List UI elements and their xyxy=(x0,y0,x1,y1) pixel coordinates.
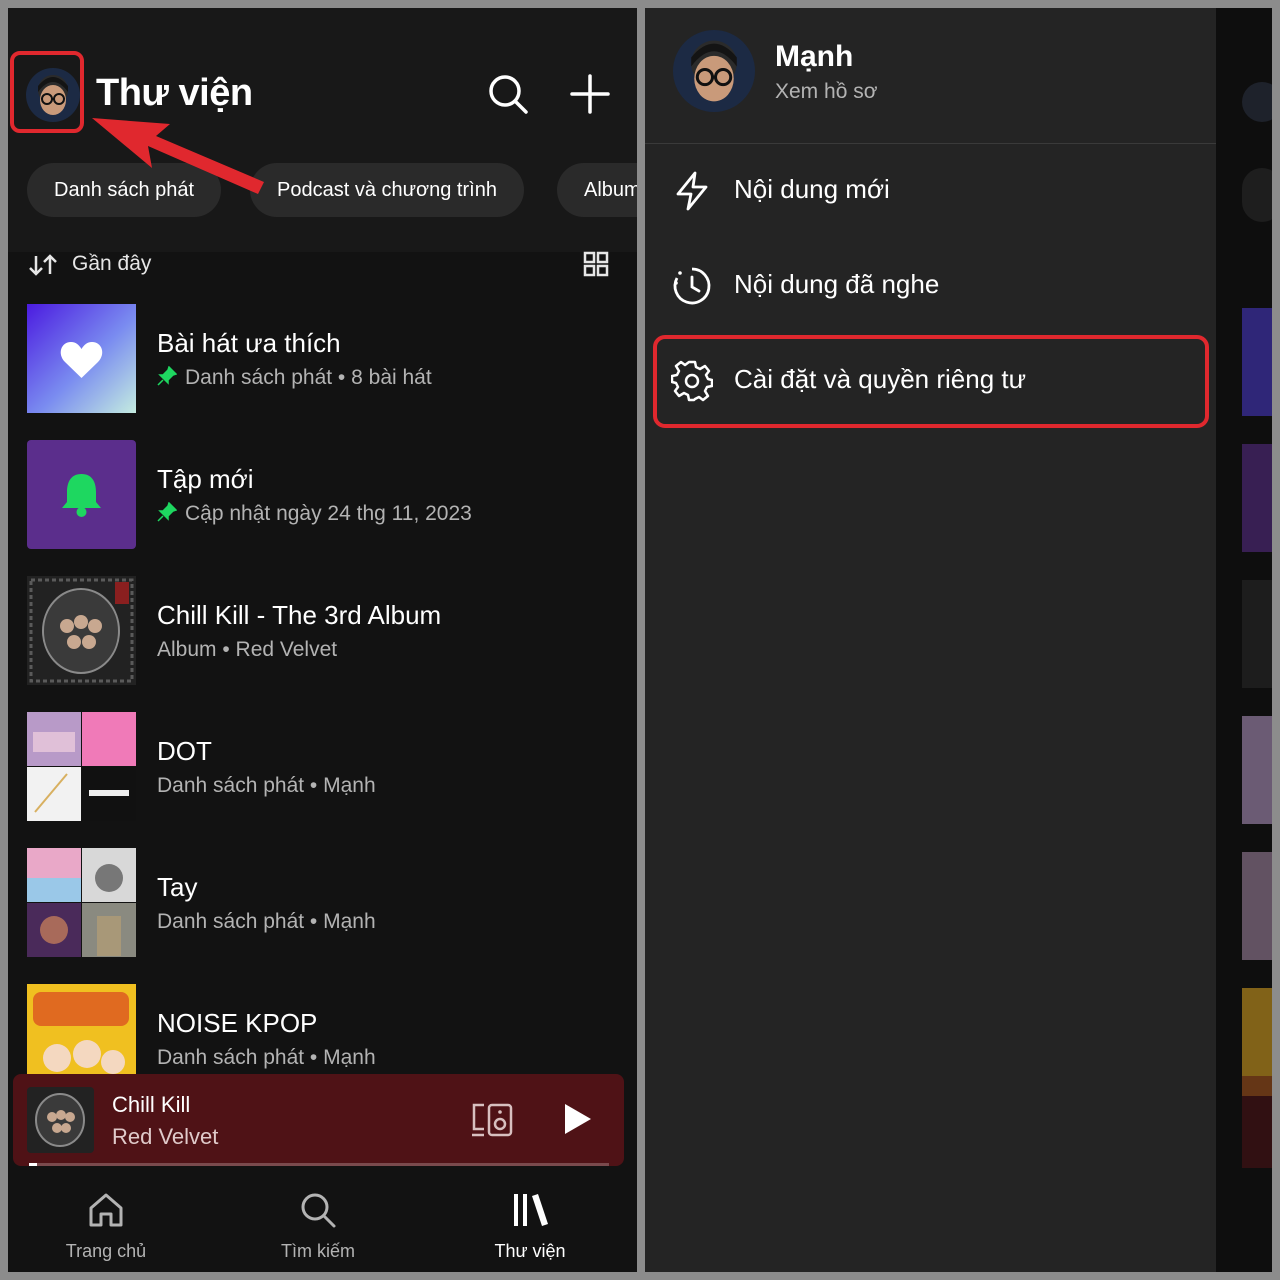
nav-library[interactable]: Thư viện xyxy=(450,1190,610,1262)
album-cover xyxy=(27,576,136,685)
item-title: NOISE KPOP xyxy=(157,1008,318,1038)
item-subtitle: Cập nhật ngày 24 thg 11, 2023 xyxy=(157,502,472,526)
settings-highlight-box xyxy=(653,335,1209,428)
search-icon[interactable] xyxy=(486,72,530,116)
search-icon xyxy=(301,1193,336,1228)
pin-icon xyxy=(157,502,177,522)
view-profile-link[interactable]: Xem hồ sơ xyxy=(775,80,877,104)
list-item[interactable]: DOT Danh sách phát • Mạnh xyxy=(27,712,627,822)
menu-label: Nội dung đã nghe xyxy=(734,269,940,299)
list-item[interactable]: Tay Danh sách phát • Mạnh xyxy=(27,848,627,958)
home-icon xyxy=(89,1193,123,1227)
mini-player-cover xyxy=(27,1087,94,1153)
bottom-nav: Trang chủ Tìm kiếm Thư viện xyxy=(8,1172,637,1272)
library-screen: Thư viện Danh sách phát Podcast và chươn… xyxy=(8,8,637,1272)
heart-icon xyxy=(60,342,103,378)
nav-search[interactable]: Tìm kiếm xyxy=(238,1190,398,1262)
lightning-icon xyxy=(676,171,708,211)
item-subtitle: Danh sách phát • Mạnh xyxy=(157,1046,376,1069)
playback-progress[interactable] xyxy=(29,1163,609,1166)
mini-player[interactable]: Chill Kill Red Velvet xyxy=(13,1074,624,1166)
item-subtitle: Danh sách phát • 8 bài hát xyxy=(157,366,432,390)
sort-row: Gần đây xyxy=(8,238,637,290)
item-title: Chill Kill - The 3rd Album xyxy=(157,600,442,630)
pin-icon xyxy=(157,366,177,386)
grid-view-icon[interactable] xyxy=(582,250,610,278)
avatar[interactable] xyxy=(673,30,755,112)
profile-name: Mạnh xyxy=(775,40,854,73)
item-subtitle: Danh sách phát • Mạnh xyxy=(157,774,376,797)
sort-label[interactable]: Gần đây xyxy=(72,252,151,276)
filter-chip-podcasts[interactable]: Podcast và chương trình xyxy=(250,163,524,217)
profile-drawer-screen: Mạnh Xem hồ sơ Nội dung mới Nội dung đã … xyxy=(645,8,1272,1272)
screenshot-frame: Thư viện Danh sách phát Podcast và chươn… xyxy=(0,0,1280,1280)
connect-device-icon[interactable] xyxy=(470,1101,514,1139)
list-item[interactable]: Bài hát ưa thích Danh sách phát • 8 bài … xyxy=(27,304,627,414)
menu-label: Nội dung mới xyxy=(734,174,890,204)
item-title: Bài hát ưa thích xyxy=(157,328,341,358)
play-icon[interactable] xyxy=(563,1102,593,1136)
list-item[interactable]: Chill Kill - The 3rd Album Album • Red V… xyxy=(27,576,627,686)
playlist-cover xyxy=(27,712,136,821)
background-screen-peek xyxy=(1216,8,1272,1272)
new-episodes-cover xyxy=(27,440,136,549)
playback-progress-fill xyxy=(29,1163,38,1166)
profile-header[interactable]: Mạnh Xem hồ sơ xyxy=(645,8,1216,144)
menu-item-listening-history[interactable]: Nội dung đã nghe xyxy=(645,241,1216,331)
filter-chip-albums[interactable]: Album xyxy=(557,163,637,217)
list-item[interactable]: Tập mới Cập nhật ngày 24 thg 11, 2023 xyxy=(27,440,627,550)
item-subtitle: Album • Red Velvet xyxy=(157,638,338,661)
bell-icon xyxy=(62,474,101,517)
playlist-cover xyxy=(27,848,136,957)
avatar-highlight-box xyxy=(10,51,84,133)
menu-item-whats-new[interactable]: Nội dung mới xyxy=(645,146,1216,236)
profile-drawer: Mạnh Xem hồ sơ Nội dung mới Nội dung đã … xyxy=(645,8,1216,1272)
item-title: DOT xyxy=(157,736,212,766)
sort-icon[interactable] xyxy=(28,252,60,278)
liked-songs-cover xyxy=(27,304,136,413)
history-icon xyxy=(673,267,711,305)
now-playing-title: Chill Kill xyxy=(112,1092,191,1117)
item-subtitle: Danh sách phát • Mạnh xyxy=(157,910,376,933)
add-icon[interactable] xyxy=(568,72,612,116)
library-header: Thư viện Danh sách phát Podcast và chươn… xyxy=(8,8,637,252)
item-title: Tập mới xyxy=(157,464,254,494)
item-title: Tay xyxy=(157,872,198,902)
nav-home[interactable]: Trang chủ xyxy=(26,1190,186,1262)
arrow-annotation-icon xyxy=(92,118,264,194)
library-icon xyxy=(514,1194,548,1226)
now-playing-artist: Red Velvet xyxy=(112,1124,219,1149)
